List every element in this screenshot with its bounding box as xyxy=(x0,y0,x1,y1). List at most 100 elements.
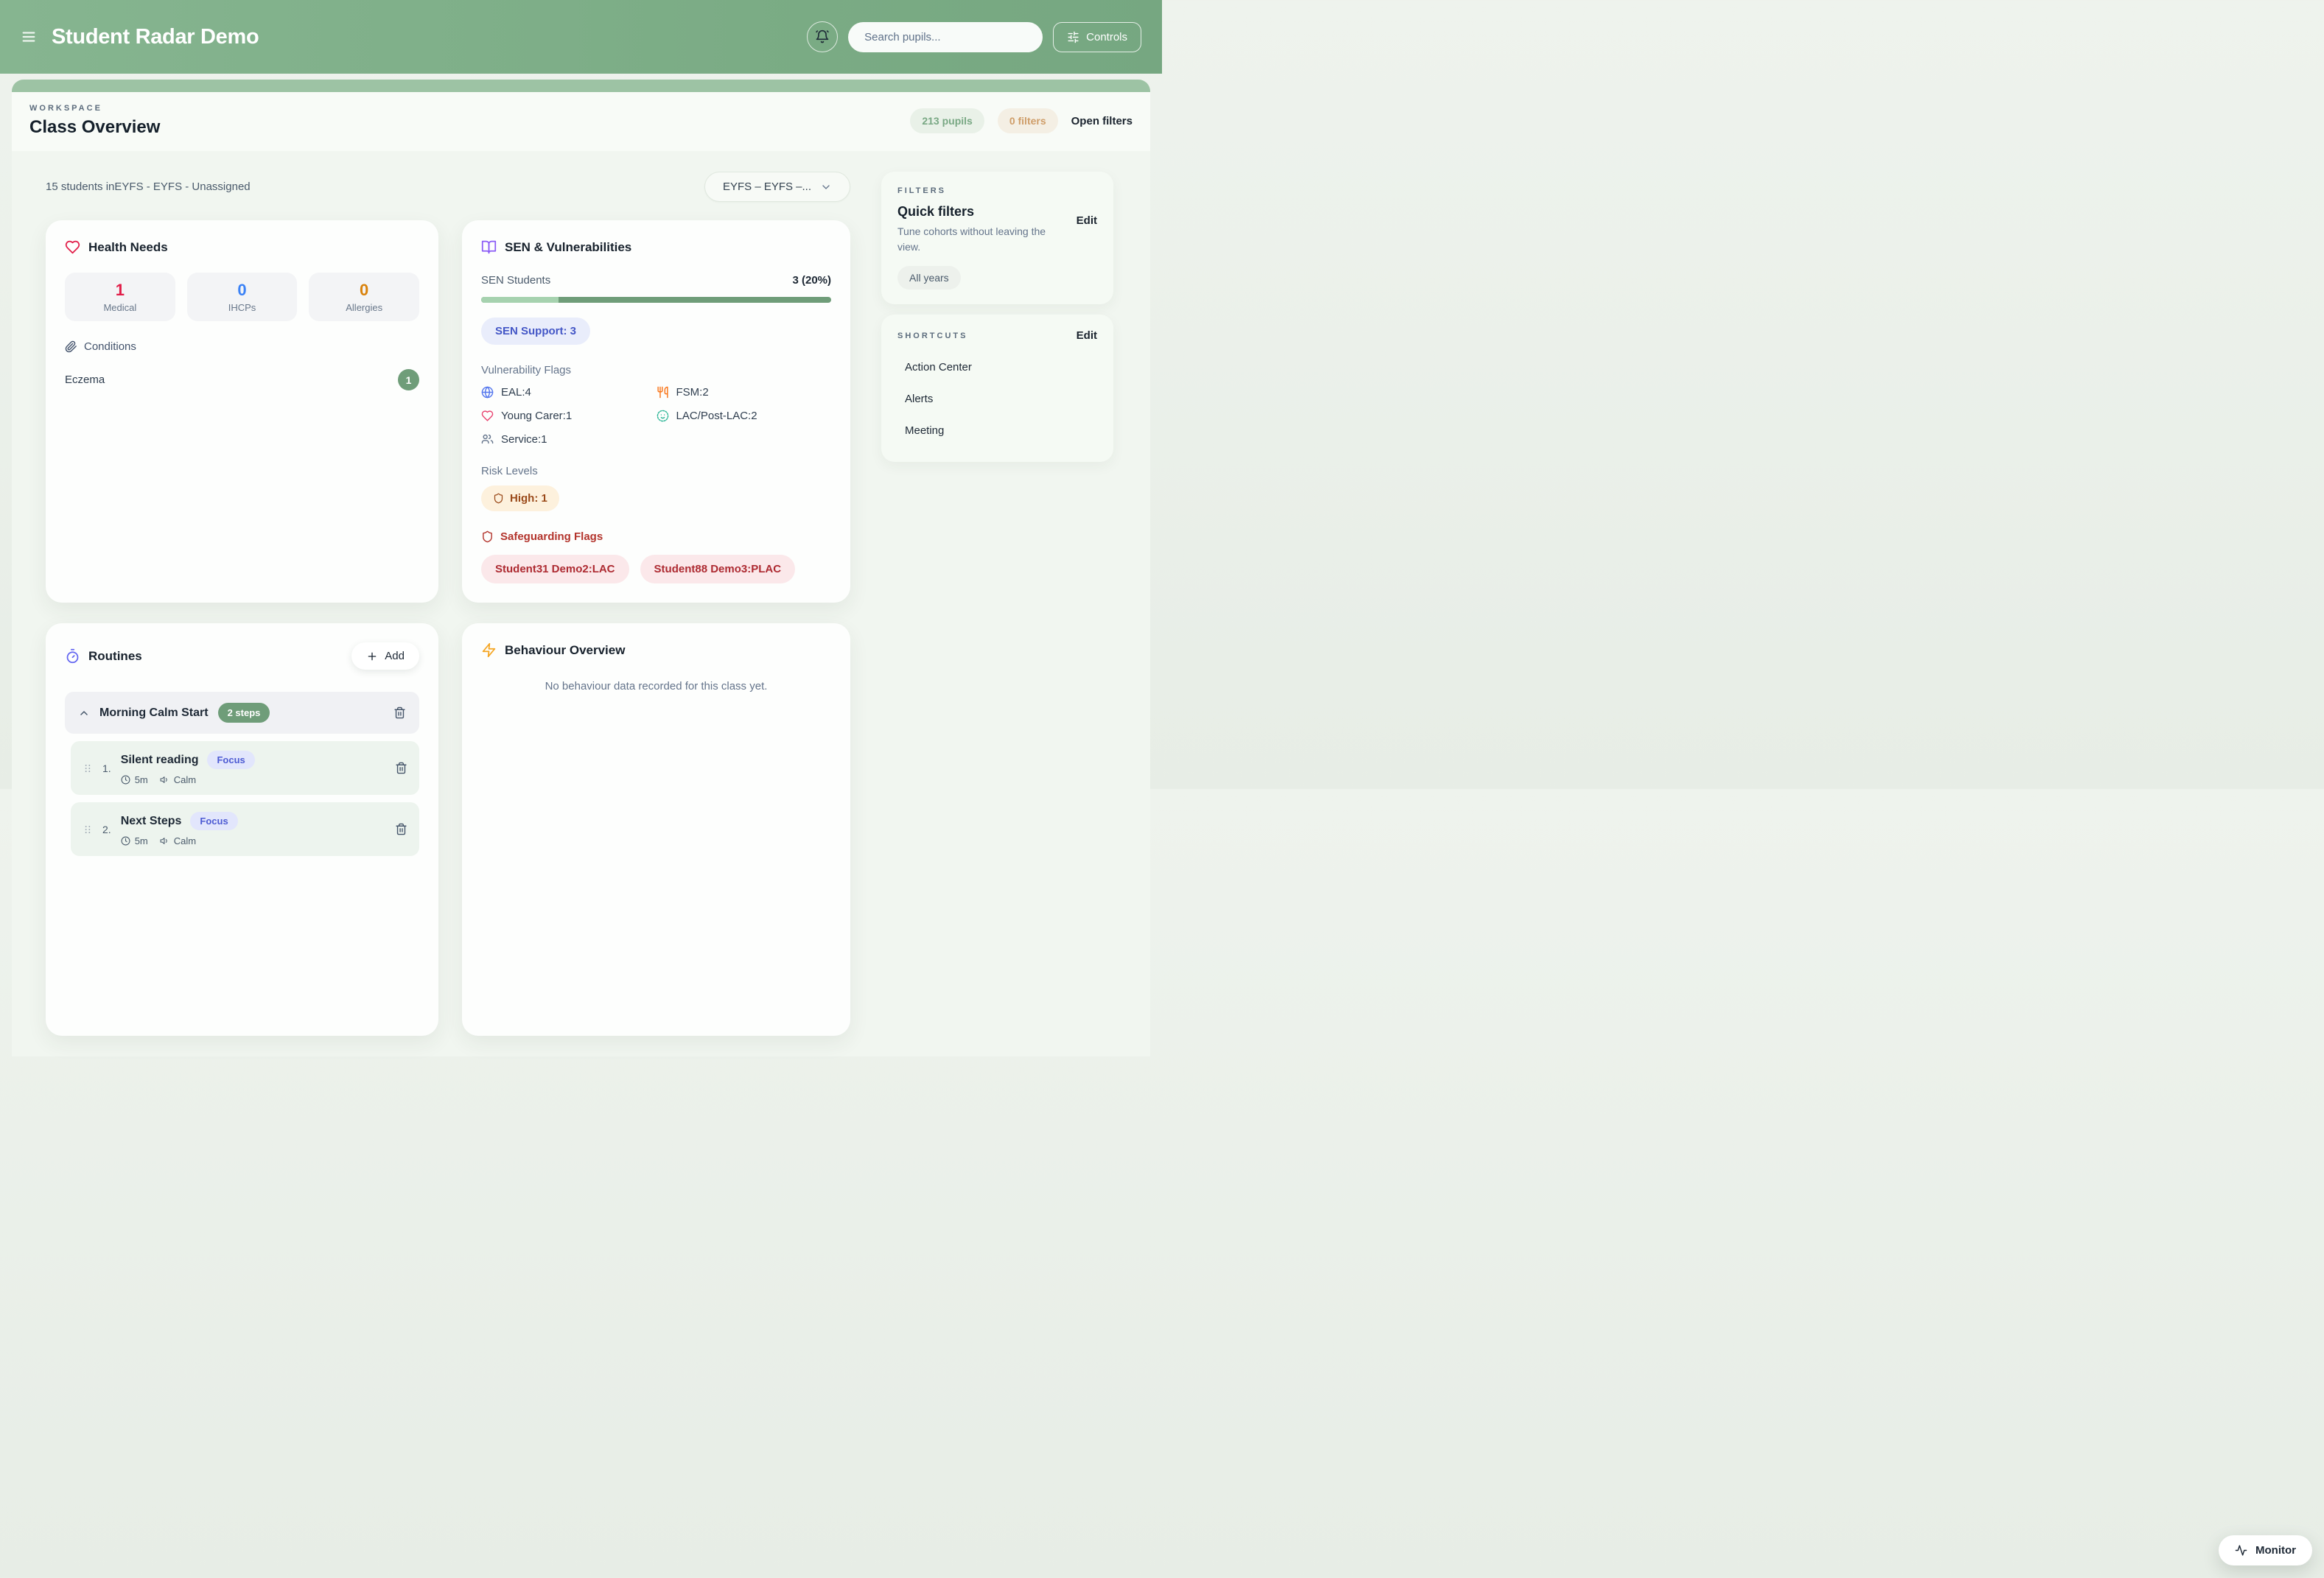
step-duration: 5m xyxy=(135,774,148,785)
clock-icon xyxy=(121,836,130,846)
globe-icon xyxy=(481,386,494,399)
add-label: Add xyxy=(385,650,405,662)
condition-name: Eczema xyxy=(65,374,105,386)
chevron-up-icon xyxy=(78,707,90,719)
activity-icon xyxy=(2235,1544,2247,1557)
stat-label: Medical xyxy=(103,302,136,313)
delete-step-button[interactable] xyxy=(395,762,407,774)
edit-shortcuts-button[interactable]: Edit xyxy=(1077,329,1097,342)
card-title: Behaviour Overview xyxy=(505,643,625,658)
safeguarding-pill[interactable]: Student31 Demo2:LAC xyxy=(481,555,629,583)
stat-label: Allergies xyxy=(346,302,382,313)
behaviour-empty-message: No behaviour data recorded for this clas… xyxy=(481,680,831,692)
page-title: Class Overview xyxy=(29,117,160,138)
card-title: Routines xyxy=(88,649,142,664)
clock-icon xyxy=(121,775,130,785)
delete-routine-button[interactable] xyxy=(393,706,406,719)
stat-medical: 1 Medical xyxy=(65,273,175,321)
app-title: Student Radar Demo xyxy=(52,25,259,49)
step-mode: Calm xyxy=(174,774,196,785)
conditions-label: Conditions xyxy=(84,340,136,353)
flag-label: EAL:4 xyxy=(501,386,531,399)
risk-levels-label: Risk Levels xyxy=(481,465,831,477)
controls-button[interactable]: Controls xyxy=(1053,22,1141,52)
sen-support-badge: SEN Support: 3 xyxy=(481,318,590,345)
timer-icon xyxy=(65,648,80,664)
volume-icon xyxy=(160,836,169,846)
flag-label: Young Carer:1 xyxy=(501,410,572,422)
vulnerability-flags-grid: EAL:4 FSM:2 xyxy=(481,386,831,446)
pupils-count-badge: 213 pupils xyxy=(910,108,984,133)
workspace-eyebrow: WORKSPACE xyxy=(29,104,160,113)
flag-service: Service:1 xyxy=(481,433,657,446)
risk-high-label: High: 1 xyxy=(510,492,547,505)
routine-group-header[interactable]: Morning Calm Start 2 steps xyxy=(65,692,419,734)
routines-card: Routines Add xyxy=(46,623,438,1036)
sen-vulnerabilities-card: SEN & Vulnerabilities SEN Students 3 (20… xyxy=(462,220,850,603)
notifications-button[interactable] xyxy=(807,21,838,52)
monitor-button[interactable]: Monitor xyxy=(2219,1535,2312,1565)
safeguarding-header: Safeguarding Flags xyxy=(481,530,831,543)
step-name: Silent reading xyxy=(121,754,199,767)
safeguarding-label: Safeguarding Flags xyxy=(500,530,603,543)
class-selector[interactable]: EYFS – EYFS –... xyxy=(704,172,850,202)
class-summary: 15 students inEYFS - EYFS - Unassigned xyxy=(46,180,251,193)
drag-handle-icon[interactable] xyxy=(83,762,93,775)
open-filters-button[interactable]: Open filters xyxy=(1071,115,1133,127)
filters-count-badge: 0 filters xyxy=(998,108,1058,133)
flag-fsm: FSM:2 xyxy=(657,386,832,399)
step-number: 1. xyxy=(102,762,111,774)
shortcut-alerts[interactable]: Alerts xyxy=(897,393,1097,405)
bell-icon xyxy=(815,29,830,44)
filters-eyebrow: FILTERS xyxy=(897,186,1097,195)
class-selector-value: EYFS – EYFS –... xyxy=(723,180,811,193)
filter-chip-all-years[interactable]: All years xyxy=(897,266,961,290)
stat-value: 0 xyxy=(360,281,368,300)
shield-icon xyxy=(481,530,494,543)
heart-icon xyxy=(481,410,494,422)
monitor-label: Monitor xyxy=(2255,1544,2296,1557)
vulnerability-flags-label: Vulnerability Flags xyxy=(481,364,831,376)
drag-handle-icon[interactable] xyxy=(83,823,93,836)
risk-high-badge: High: 1 xyxy=(481,485,559,511)
sen-progress-bar xyxy=(481,297,831,303)
main-container: WORKSPACE Class Overview 213 pupils 0 fi… xyxy=(12,80,1150,1056)
class-bar: 15 students inEYFS - EYFS - Unassigned E… xyxy=(46,172,850,202)
condition-row: Eczema 1 xyxy=(65,369,419,390)
shortcut-meeting[interactable]: Meeting xyxy=(897,424,1097,437)
step-duration: 5m xyxy=(135,835,148,846)
stat-label: IHCPs xyxy=(228,302,256,313)
quick-filters-title: Quick filters xyxy=(897,204,1097,220)
sen-progress-fill xyxy=(481,297,559,303)
search-input[interactable] xyxy=(848,22,1043,52)
health-needs-card: Health Needs 1 Medical 0 IHCPs xyxy=(46,220,438,603)
volume-icon xyxy=(160,775,169,785)
behaviour-overview-card: Behaviour Overview No behaviour data rec… xyxy=(462,623,850,1036)
shortcut-action-center[interactable]: Action Center xyxy=(897,361,1097,374)
quick-filters-description: Tune cohorts without leaving the view. xyxy=(897,224,1049,255)
routine-step: 1. Silent reading Focus xyxy=(71,741,419,795)
edit-filters-button[interactable]: Edit xyxy=(1077,214,1097,227)
card-title: Health Needs xyxy=(88,240,168,255)
stat-ihcps: 0 IHCPs xyxy=(187,273,298,321)
controls-label: Controls xyxy=(1086,31,1127,43)
flag-label: LAC/Post-LAC:2 xyxy=(676,410,757,422)
safeguarding-pill[interactable]: Student88 Demo3:PLAC xyxy=(640,555,796,583)
chevron-down-icon xyxy=(820,181,832,193)
book-open-icon xyxy=(481,239,497,255)
face-icon xyxy=(657,410,669,422)
flag-label: Service:1 xyxy=(501,433,547,446)
sen-students-label: SEN Students xyxy=(481,274,550,287)
delete-step-button[interactable] xyxy=(395,823,407,835)
card-title: SEN & Vulnerabilities xyxy=(505,240,631,255)
right-sidebar: FILTERS Quick filters Tune cohorts witho… xyxy=(881,172,1113,1056)
flag-young-carer: Young Carer:1 xyxy=(481,410,657,422)
add-routine-button[interactable]: Add xyxy=(351,642,419,670)
menu-icon[interactable] xyxy=(21,29,37,45)
flag-eal: EAL:4 xyxy=(481,386,657,399)
accent-strip xyxy=(12,80,1150,92)
step-tag-badge: Focus xyxy=(190,812,237,830)
app-header: Student Radar Demo Controls xyxy=(0,0,1162,74)
header-actions: Controls xyxy=(807,21,1141,52)
flag-label: FSM:2 xyxy=(676,386,709,399)
